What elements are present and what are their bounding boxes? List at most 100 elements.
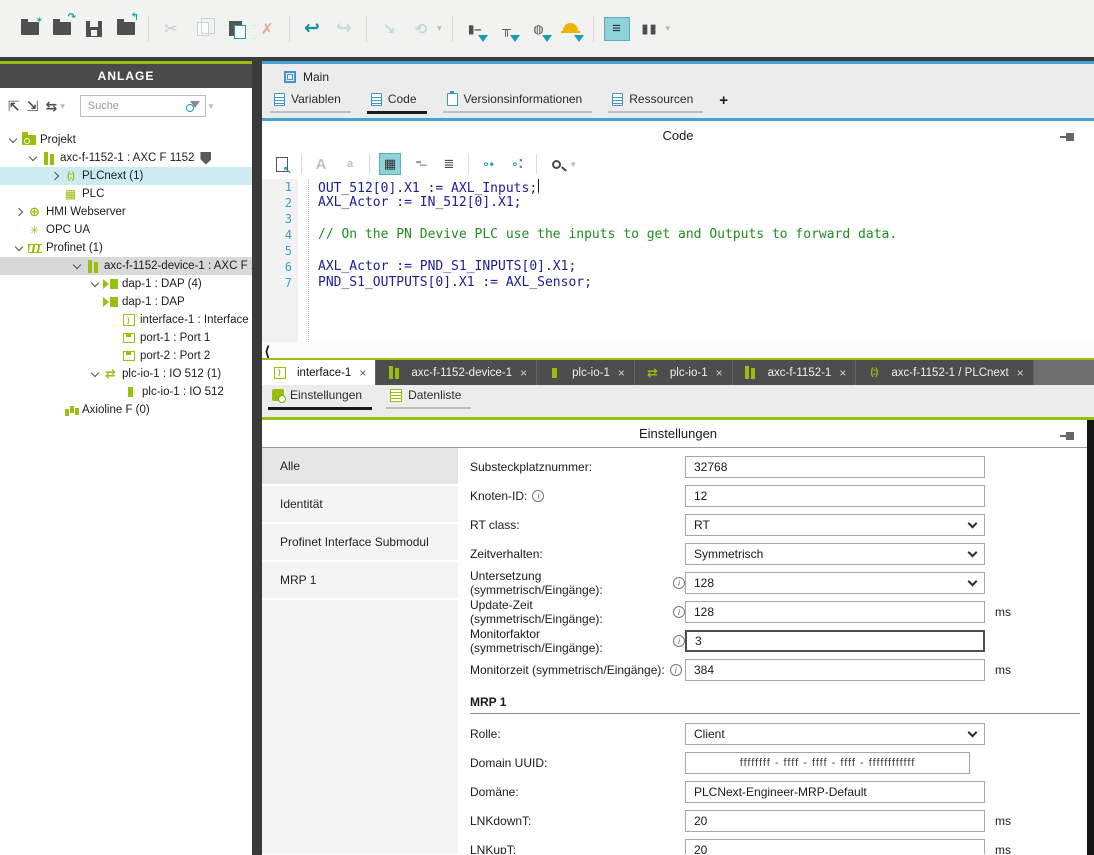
code-lines[interactable]: OUT_512[0].X1 := AXL_Inputs; AXL_Actor :… — [308, 179, 897, 342]
tree-item-dap[interactable]: dap-1 : DAP — [0, 293, 252, 311]
tab-variablen[interactable]: Variablen — [270, 89, 351, 113]
tree-item-axioline[interactable]: Axioline F (0) — [0, 401, 252, 419]
structure-view-icon[interactable] — [439, 154, 459, 174]
expander-icon[interactable] — [48, 173, 62, 179]
code-line[interactable] — [318, 243, 897, 259]
tree-item-opc-ua[interactable]: OPC UA — [0, 221, 252, 239]
import-project-icon[interactable] — [114, 17, 138, 41]
scroll-left-icon[interactable]: ⟨ — [262, 343, 270, 360]
untersetzung-select[interactable]: 128 — [685, 572, 985, 594]
search-icon[interactable] — [546, 154, 566, 174]
tree-item-device[interactable]: axc-f-1152-device-1 : AXC F 1152 — [0, 257, 252, 275]
update-zeit-input[interactable] — [685, 601, 985, 623]
expander-icon[interactable] — [26, 156, 40, 160]
search-filter-icon[interactable] — [190, 101, 200, 108]
tree-item-profinet[interactable]: Profinet (1) — [0, 239, 252, 257]
info-icon[interactable] — [532, 490, 544, 502]
tree-item-interface[interactable]: interface-1 : Interface — [0, 311, 252, 329]
tree-item-port-1[interactable]: port-1 : Port 1 — [0, 329, 252, 347]
chevron-down-icon[interactable]: ▾ — [60, 101, 65, 112]
info-icon[interactable] — [670, 664, 682, 676]
tree-item-plc[interactable]: PLC — [0, 185, 252, 203]
code-line[interactable]: OUT_512[0].X1 := AXL_Inputs; — [318, 179, 897, 195]
tab-versionsinformationen[interactable]: Versionsinformationen — [443, 89, 593, 113]
expander-icon[interactable] — [88, 282, 102, 286]
subtab-einstellungen[interactable]: Einstellungen — [268, 385, 372, 410]
tab-code[interactable]: Code — [367, 89, 427, 114]
knoten-id-input[interactable] — [685, 485, 985, 507]
monitorzeit-input[interactable] — [685, 659, 985, 681]
expander-icon[interactable] — [88, 372, 102, 376]
category-profinet-interface-submodul[interactable]: Profinet Interface Submodul — [262, 524, 458, 562]
tree-item-plcnext[interactable]: PLCnext (1) — [0, 167, 252, 185]
code-line[interactable]: AXL_Actor := IN_512[0].X1; — [318, 195, 897, 211]
tab-axc-f-1152-1[interactable]: axc-f-1152-1 × — [733, 360, 857, 385]
connection-options-icon[interactable]: ⟲ — [409, 17, 433, 41]
tree-item-projekt[interactable]: Projekt — [0, 131, 252, 149]
filter-functions-icon[interactable]: ◍ — [527, 17, 551, 41]
assignment-view-icon[interactable] — [410, 154, 430, 174]
close-icon[interactable]: × — [359, 366, 366, 380]
tab-plc-io-1-module[interactable]: plc-io-1 × — [537, 360, 635, 385]
code-line[interactable]: AXL_Actor := PND_S1_INPUTS[0].X1; — [318, 259, 897, 275]
connect-inputs-icon[interactable] — [478, 154, 498, 174]
info-icon[interactable] — [673, 606, 685, 618]
font-decrease-icon[interactable]: a — [340, 154, 360, 174]
domaene-input[interactable] — [685, 781, 985, 803]
lnkupt-input[interactable] — [685, 839, 985, 854]
tree-item-dap-parent[interactable]: dap-1 : DAP (4) — [0, 275, 252, 293]
subtab-datenliste[interactable]: Datenliste — [386, 385, 471, 409]
undo-icon[interactable]: ↩ — [300, 17, 324, 41]
domain-uuid-input[interactable]: ffffffff - ffff - ffff - ffff - ffffffff… — [685, 752, 970, 774]
tree-item-controller[interactable]: axc-f-1152-1 : AXC F 1152 — [0, 149, 252, 167]
tree-item-plc-io-parent[interactable]: plc-io-1 : IO 512 (1) — [0, 365, 252, 383]
zeitverhalten-select[interactable]: Symmetrisch — [685, 543, 985, 565]
tab-axc-f-1152-1-plcnext[interactable]: axc-f-1152-1 / PLCnext × — [856, 360, 1033, 385]
tree-item-plc-io[interactable]: plc-io-1 : IO 512 — [0, 383, 252, 401]
connect-outputs-icon[interactable] — [507, 154, 527, 174]
tree-item-hmi-webserver[interactable]: HMI Webserver — [0, 203, 252, 221]
expander-icon[interactable] — [6, 138, 20, 142]
chevron-down-icon[interactable]: ▾ — [666, 23, 671, 34]
chevron-down-icon[interactable]: ▾ — [209, 101, 214, 112]
window-tab-main[interactable]: Main — [262, 64, 1094, 89]
category-alle[interactable]: Alle — [262, 448, 458, 486]
view-columns-icon[interactable]: ▮▮ — [638, 17, 662, 41]
select-mode-icon[interactable] — [272, 154, 292, 174]
paste-icon[interactable] — [223, 17, 247, 41]
close-icon[interactable]: × — [1017, 366, 1024, 380]
tab-interface-1[interactable]: interface-1 × — [262, 360, 376, 385]
new-project-icon[interactable] — [18, 17, 42, 41]
code-line[interactable]: PND_S1_OUTPUTS[0].X1 := AXL_Sensor; — [318, 275, 897, 291]
tab-ressourcen[interactable]: Ressourcen — [608, 89, 703, 113]
swap-view-icon[interactable]: ⇆ — [45, 98, 57, 115]
tab-plc-io-1-swap[interactable]: plc-io-1 × — [635, 360, 733, 385]
close-icon[interactable]: × — [716, 366, 723, 380]
vertical-splitter[interactable] — [252, 61, 262, 855]
open-project-icon[interactable] — [50, 17, 74, 41]
expander-icon[interactable] — [12, 246, 26, 250]
code-editor[interactable]: 1 2 3 4 5 6 7 OUT_512[0].X1 := AXL_Input… — [262, 179, 1094, 342]
rolle-select[interactable]: Client — [685, 723, 985, 745]
chevron-down-icon[interactable]: ▾ — [571, 159, 576, 170]
code-line[interactable] — [318, 211, 897, 227]
filter-network-icon[interactable]: ╥ — [495, 17, 519, 41]
expand-all-icon[interactable]: ⇱ — [8, 98, 20, 115]
substeckplatznummer-input[interactable] — [685, 456, 985, 478]
info-icon[interactable] — [673, 635, 685, 647]
category-mrp-1[interactable]: MRP 1 — [262, 562, 458, 600]
font-increase-icon[interactable]: A — [311, 154, 331, 174]
collapse-all-icon[interactable]: ⇲ — [27, 98, 39, 115]
filter-components-icon[interactable]: ▮‒ — [463, 17, 487, 41]
grid-view-icon[interactable] — [379, 153, 401, 175]
cut-icon[interactable]: ✂ — [159, 17, 183, 41]
view-list-icon[interactable]: ≡ — [604, 17, 630, 41]
info-icon[interactable] — [673, 577, 685, 589]
expander-icon[interactable] — [12, 209, 26, 215]
filter-safety-icon[interactable] — [559, 17, 583, 41]
lnkdownt-input[interactable] — [685, 810, 985, 832]
chevron-down-icon[interactable]: ▾ — [437, 23, 442, 34]
pin-icon[interactable] — [1060, 431, 1078, 441]
code-line-comment[interactable]: // On the PN Devive PLC use the inputs t… — [318, 227, 897, 243]
save-project-icon[interactable] — [82, 17, 106, 41]
